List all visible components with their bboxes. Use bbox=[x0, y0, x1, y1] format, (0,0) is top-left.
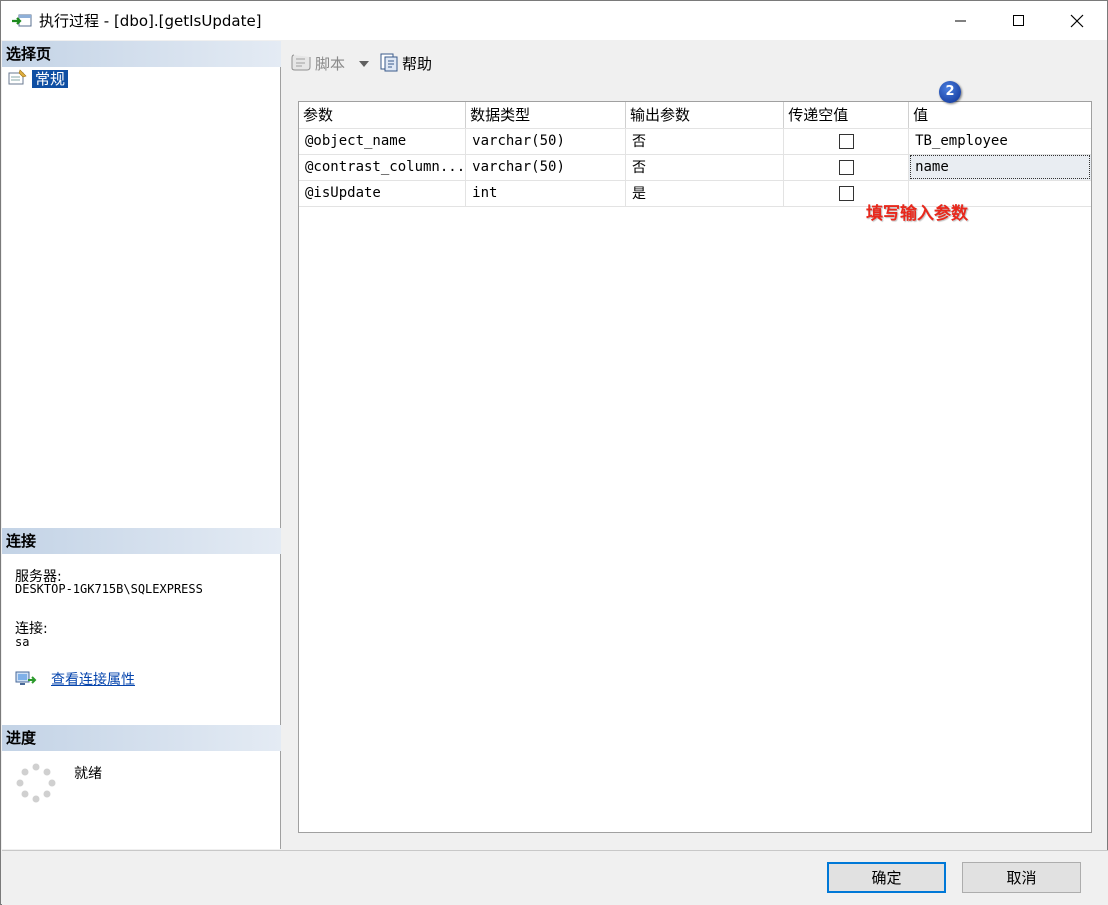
ok-button[interactable]: 确定 bbox=[827, 862, 946, 893]
connection-value: sa bbox=[15, 635, 30, 649]
parameter-grid: 参数 数据类型 输出参数 传递空值 值 @object_name varchar… bbox=[298, 101, 1092, 833]
annotation-note: 填写输入参数 bbox=[866, 204, 968, 224]
close-button[interactable] bbox=[1048, 1, 1106, 40]
param-output-cell: 否 bbox=[625, 128, 785, 155]
execute-procedure-icon bbox=[11, 13, 33, 29]
script-label: 脚本 bbox=[315, 55, 346, 73]
param-output-cell: 否 bbox=[625, 154, 785, 181]
help-icon bbox=[379, 52, 399, 76]
param-value-cell[interactable]: name bbox=[908, 154, 1091, 181]
maximize-button[interactable] bbox=[990, 1, 1048, 40]
progress-status: 就绪 bbox=[74, 766, 102, 782]
maximize-icon bbox=[1013, 14, 1024, 26]
connection-properties-icon bbox=[15, 670, 37, 694]
column-header-pass-null[interactable]: 传递空值 bbox=[783, 102, 910, 129]
minimize-button[interactable] bbox=[932, 1, 990, 40]
column-header-parameter[interactable]: 参数 bbox=[299, 102, 467, 129]
column-header-value[interactable]: 值 bbox=[908, 102, 1091, 129]
table-row: @isUpdate int 是 bbox=[299, 180, 1091, 207]
param-type-cell: varchar(50) bbox=[465, 128, 626, 155]
pass-null-checkbox[interactable] bbox=[838, 133, 854, 149]
table-row: @object_name varchar(50) 否 TB_employee bbox=[299, 128, 1091, 155]
step-badge: 2 bbox=[939, 81, 961, 103]
minimize-icon bbox=[955, 20, 966, 21]
param-output-cell: 是 bbox=[625, 180, 785, 207]
script-dropdown-button[interactable] bbox=[359, 60, 370, 68]
title-bar: 执行过程 - [dbo].[getIsUpdate] bbox=[1, 1, 1107, 40]
left-pane: 选择页 常规 连接 服务器: DESKTOP-1GK715B\SQLEXPRES… bbox=[2, 41, 281, 849]
pass-null-checkbox[interactable] bbox=[838, 185, 854, 201]
toolbar: 脚本 帮助 bbox=[282, 41, 1107, 86]
cancel-button[interactable]: 取消 bbox=[962, 862, 1081, 893]
page-item-general[interactable]: 常规 bbox=[8, 69, 69, 89]
table-header-row: 参数 数据类型 输出参数 传递空值 值 bbox=[299, 102, 1091, 129]
param-name-cell: @object_name bbox=[299, 128, 467, 155]
param-type-cell: int bbox=[465, 180, 626, 207]
param-value-cell[interactable]: TB_employee bbox=[908, 128, 1091, 155]
view-connection-properties-link[interactable]: 查看连接属性 bbox=[51, 669, 135, 689]
window-title: 执行过程 - [dbo].[getIsUpdate] bbox=[39, 12, 262, 30]
param-name-cell: @isUpdate bbox=[299, 180, 467, 207]
column-header-data-type[interactable]: 数据类型 bbox=[465, 102, 626, 129]
progress-heading: 进度 bbox=[2, 725, 281, 751]
script-icon bbox=[290, 52, 312, 76]
dialog-window: 执行过程 - [dbo].[getIsUpdate] 选择页 常规 连接 服务器… bbox=[0, 0, 1108, 905]
pass-null-cell bbox=[783, 154, 910, 181]
help-label: 帮助 bbox=[402, 55, 433, 73]
select-page-heading: 选择页 bbox=[2, 41, 281, 67]
script-button[interactable]: 脚本 bbox=[290, 52, 345, 76]
help-button[interactable]: 帮助 bbox=[379, 52, 432, 76]
close-icon bbox=[1070, 14, 1084, 27]
chevron-down-icon bbox=[359, 60, 370, 67]
column-header-output[interactable]: 输出参数 bbox=[625, 102, 785, 129]
server-value: DESKTOP-1GK715B\SQLEXPRESS bbox=[15, 582, 203, 596]
param-name-cell: @contrast_column... bbox=[299, 154, 467, 181]
pass-null-checkbox[interactable] bbox=[838, 159, 854, 175]
page-item-label: 常规 bbox=[32, 70, 69, 88]
general-page-icon bbox=[8, 69, 28, 89]
parameter-table: 参数 数据类型 输出参数 传递空值 值 @object_name varchar… bbox=[299, 102, 1091, 207]
pass-null-cell bbox=[783, 128, 910, 155]
table-row: @contrast_column... varchar(50) 否 name bbox=[299, 154, 1091, 181]
connection-heading: 连接 bbox=[2, 528, 281, 554]
progress-spinner-icon bbox=[16, 763, 56, 807]
param-type-cell: varchar(50) bbox=[465, 154, 626, 181]
